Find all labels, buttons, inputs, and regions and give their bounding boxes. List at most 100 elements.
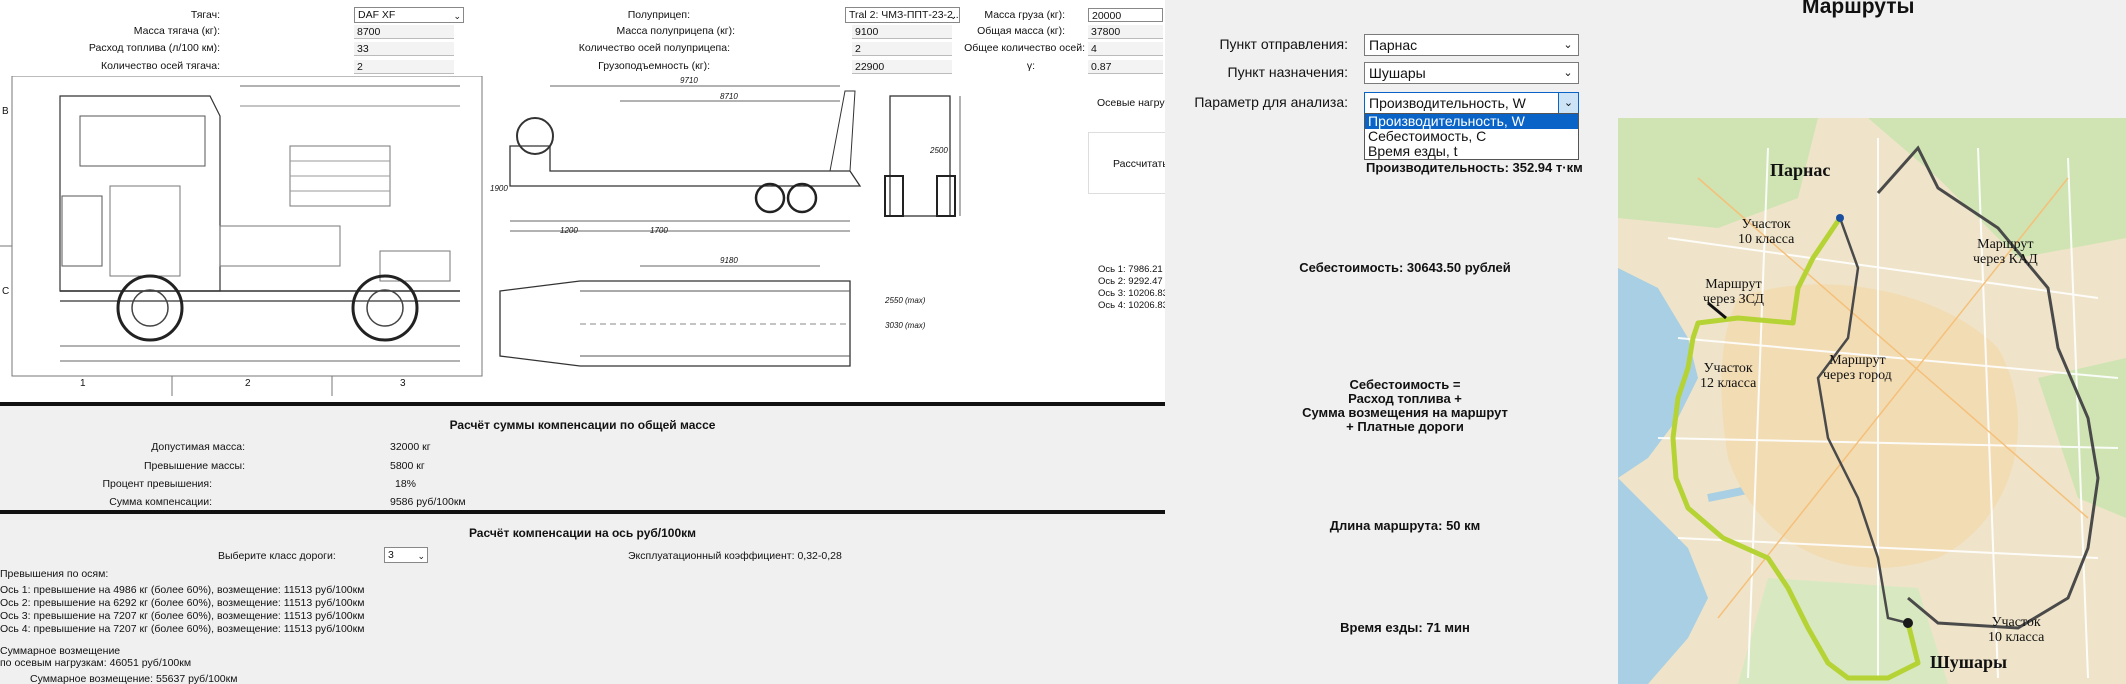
calculate-button[interactable]: Рассчитать	[1088, 132, 1165, 194]
chevron-down-icon: ⌄	[1563, 67, 1573, 79]
excess-percent-label: Процент превышения:	[102, 478, 212, 490]
total-axles-label: Общее количество осей:	[964, 42, 1085, 54]
tractor-schematic	[0, 75, 483, 396]
axle-excess-2: Ось 2: превышение на 6292 кг (более 60%)…	[0, 597, 365, 609]
map-label-zsd: Маршрут через ЗСД	[1703, 277, 1764, 307]
dim-f: 1700	[650, 226, 668, 235]
param-select[interactable]: Производительность, W ⌄	[1364, 92, 1579, 114]
dim-e: 9180	[720, 256, 738, 265]
routes-title: Маршруты	[1802, 0, 1915, 18]
param-value: Производительность, W	[1369, 95, 1526, 111]
map-label-segment10-bottom: Участок 10 класса	[1988, 615, 2045, 645]
formula-line-4: + Платные дороги	[1346, 419, 1464, 434]
departure-select[interactable]: Парнас ⌄	[1364, 34, 1579, 56]
destination-value: Шушары	[1369, 65, 1426, 81]
destination-select[interactable]: Шушары ⌄	[1364, 62, 1579, 84]
route-map[interactable]: Парнас Участок 10 класса Маршрут через КАД…	[1618, 118, 2126, 684]
axle-excess-4: Ось 4: превышение на 7207 кг (более 60%)…	[0, 623, 365, 635]
param-label: Параметр для анализа:	[1194, 94, 1348, 110]
dim-a: 1200	[560, 226, 578, 235]
destination-label: Пункт назначения:	[1227, 64, 1348, 80]
trailer-label: Полуприцеп:	[627, 9, 690, 21]
axle-1-load: Ось 1: 7986.21 кг	[1098, 264, 1165, 275]
departure-label: Пункт отправления:	[1219, 36, 1348, 52]
vehicle-calc-panel: Тягач: DAF XF ⌄ Масса тягача (кг): 8700 Р…	[0, 0, 1165, 684]
map-label-segment12: Участок 12 класса	[1700, 361, 1757, 391]
trailer-drawing: 9710 8710 2500 1200 1900 2550 (max) 3030…	[490, 76, 970, 396]
trailer-select[interactable]: Tral 2: ЧМЗ-ППТ-23-2... ⌄	[845, 7, 960, 23]
tractor-label: Тягач:	[190, 9, 220, 21]
map-label-kad: Маршрут через КАД	[1973, 237, 2038, 267]
mass-excess-value: 5800 кг	[390, 460, 425, 472]
total-axles-field[interactable]: 4	[1088, 42, 1163, 56]
mass-excess-label: Превышение массы:	[143, 460, 245, 472]
allowed-mass-label: Допустимая масса:	[151, 441, 245, 453]
comp-axle-title: Расчёт компенсации на ось руб/100км	[468, 526, 697, 540]
road-class-select[interactable]: 3 ⌄	[384, 547, 428, 563]
trailer-axles-label: Количество осей полуприцепа:	[578, 42, 730, 54]
tractor-mass-label: Масса тягача (кг):	[133, 25, 220, 37]
comp-total-title: Расчёт суммы компенсации по общей массе	[449, 418, 716, 432]
axle-excess-1: Ось 1: превышение на 4986 кг (более 60%)…	[0, 584, 365, 596]
road-class-value: 3	[388, 549, 394, 561]
param-option-cost[interactable]: Себестоимость, C	[1365, 129, 1578, 144]
cargo-mass-label: Масса груза (кг):	[984, 9, 1065, 21]
capacity-field[interactable]: 22900	[852, 60, 952, 74]
cargo-mass-input[interactable]: 20000	[1088, 8, 1163, 22]
trailer-axles-field[interactable]: 2	[852, 42, 952, 56]
travel-time-result: Время езды: 71 мин	[1340, 620, 1470, 635]
dim-deck: 8710	[720, 92, 738, 101]
chevron-down-icon: ⌄	[453, 11, 461, 21]
axle-excess-3: Ось 3: превышение на 7207 кг (более 60%)…	[0, 610, 365, 622]
tractor-axles-field[interactable]: 2	[354, 60, 454, 74]
axle-4-load: Ось 4: 10206.83 кг	[1098, 300, 1165, 311]
grid-row-c: C	[2, 286, 10, 297]
tractor-select[interactable]: DAF XF ⌄	[354, 7, 464, 23]
gamma-field[interactable]: 0.87	[1088, 60, 1163, 74]
tractor-axles-label: Количество осей тягача:	[101, 60, 220, 72]
tractor-mass-field[interactable]: 8700	[354, 25, 454, 39]
route-length-result: Длина маршрута: 50 км	[1329, 518, 1481, 533]
trailer-schematic	[499, 85, 961, 367]
grid-col-3: 3	[400, 378, 406, 389]
param-dropdown-list: Производительность, W Себестоимость, C В…	[1364, 113, 1579, 160]
chevron-down-icon: ⌄	[1558, 93, 1578, 113]
trailer-select-value: Tral 2: ЧМЗ-ППТ-23-2...	[849, 9, 960, 21]
param-option-time[interactable]: Время езды, t	[1365, 144, 1578, 159]
compensation-label: Сумма компенсации:	[109, 496, 212, 508]
dim-d: 3030 (max)	[885, 321, 926, 330]
chevron-down-icon: ⌄	[417, 551, 425, 561]
excess-percent-value: 18%	[395, 478, 417, 490]
productivity-result: Производительность: 352.94 т·км	[1366, 160, 1583, 175]
grid-col-2: 2	[245, 378, 251, 389]
departure-value: Парнас	[1369, 37, 1418, 53]
grid-col-1: 1	[80, 378, 86, 389]
coefficient-text: Эксплуатационный коэффициент: 0,32-0,28	[628, 550, 842, 562]
sum-header: Суммарное возмещение	[0, 645, 121, 657]
map-label-parnas: Парнас	[1770, 160, 1831, 180]
chevron-down-icon: ⌄	[1563, 39, 1573, 51]
trailer-mass-field[interactable]: 9100	[852, 25, 952, 39]
route-map-canvas	[1618, 118, 2126, 684]
dim-width: 2500	[930, 146, 948, 155]
dim-b: 1900	[490, 184, 508, 193]
map-label-shushary: Шушары	[1930, 652, 2008, 672]
axle-3-load: Ось 3: 10206.83 кг	[1098, 288, 1165, 299]
total-mass-field[interactable]: 37800	[1088, 25, 1163, 39]
tractor-drawing: 1 2 3 B C	[0, 75, 484, 396]
gamma-label: γ:	[1026, 60, 1035, 72]
map-label-city: Маршрут через город	[1823, 353, 1892, 383]
excess-header: Превышения по осям:	[0, 568, 109, 580]
total-mass-label: Общая масса (кг):	[977, 25, 1065, 37]
grid-row-b: B	[2, 106, 9, 117]
param-option-productivity[interactable]: Производительность, W	[1365, 114, 1578, 129]
road-class-label: Выберите класс дороги:	[218, 550, 336, 562]
sum-axle: по осевым нагрузкам: 46051 руб/100км	[0, 657, 192, 669]
trailer-mass-label: Масса полуприцепа (кг):	[616, 25, 735, 37]
fuel-field[interactable]: 33	[354, 42, 454, 56]
fuel-label: Расход топлива (л/100 км):	[88, 42, 220, 54]
capacity-label: Грузоподъемность (кг):	[598, 60, 710, 72]
axle-2-load: Ось 2: 9292.47 кг	[1098, 276, 1165, 287]
tractor-select-value: DAF XF	[358, 9, 396, 21]
sum-total: Суммарное возмещение: 55637 руб/100км	[30, 673, 238, 684]
